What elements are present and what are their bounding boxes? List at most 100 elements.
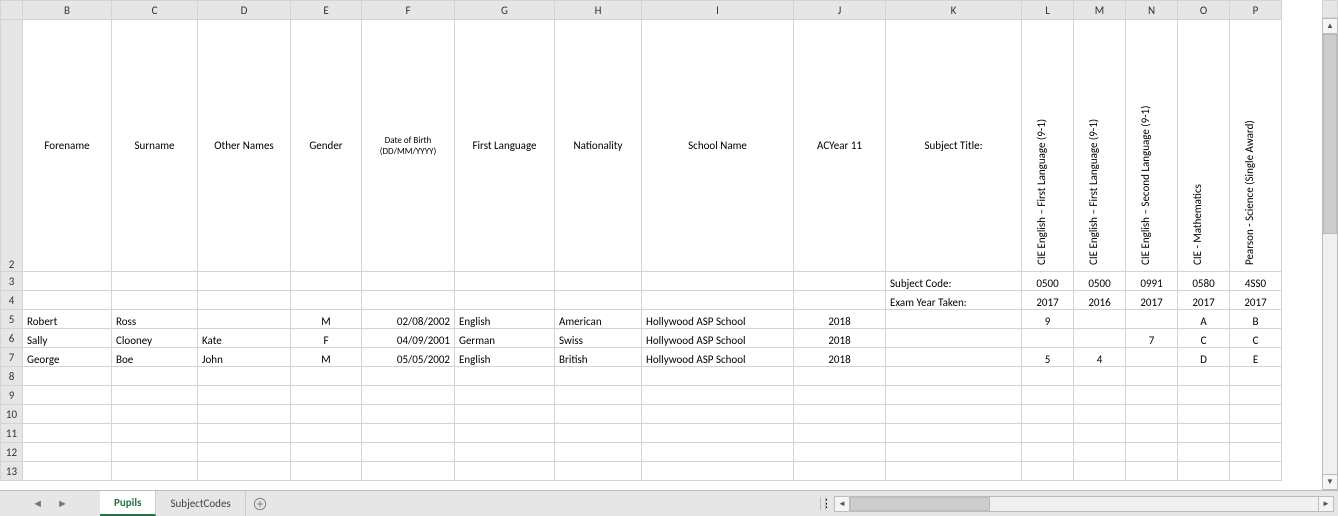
cell[interactable]: C: [1178, 329, 1230, 348]
row-header[interactable]: 4: [1, 291, 23, 310]
cell[interactable]: [1126, 386, 1178, 405]
cell[interactable]: [291, 367, 362, 386]
cell[interactable]: [112, 405, 198, 424]
tab-nav-buttons[interactable]: ◄ ►: [0, 491, 100, 516]
vertical-scrollbar[interactable]: ▲ ▼: [1322, 18, 1338, 490]
cell[interactable]: [642, 291, 794, 310]
cell[interactable]: [794, 424, 886, 443]
cell[interactable]: [198, 386, 291, 405]
cell[interactable]: [1074, 310, 1126, 329]
cell[interactable]: [1074, 386, 1126, 405]
row-header[interactable]: 2: [1, 20, 23, 272]
header-acyear11[interactable]: ACYear 11: [794, 20, 886, 272]
subject-code-label[interactable]: Subject Code:: [886, 272, 1022, 291]
header-nationality[interactable]: Nationality: [555, 20, 642, 272]
cell[interactable]: [1022, 424, 1074, 443]
subject-col-L[interactable]: CIE English – First Language (9-1): [1022, 20, 1074, 272]
col-header[interactable]: G: [455, 1, 555, 20]
cell[interactable]: Hollywood ASP School: [642, 310, 794, 329]
cell[interactable]: M: [291, 348, 362, 367]
cell[interactable]: [455, 367, 555, 386]
cell[interactable]: [362, 443, 455, 462]
cell[interactable]: [794, 272, 886, 291]
cell[interactable]: [112, 367, 198, 386]
cell[interactable]: [455, 405, 555, 424]
code-M[interactable]: 0500: [1074, 272, 1126, 291]
col-header[interactable]: P: [1230, 1, 1282, 20]
cell[interactable]: [794, 367, 886, 386]
cell[interactable]: [1178, 405, 1230, 424]
cell[interactable]: [23, 462, 112, 481]
cell[interactable]: British: [555, 348, 642, 367]
cell[interactable]: [1230, 405, 1282, 424]
cell[interactable]: English: [455, 348, 555, 367]
row-header[interactable]: 9: [1, 386, 23, 405]
row-header[interactable]: 5: [1, 310, 23, 329]
cell[interactable]: [1230, 386, 1282, 405]
scroll-left-button[interactable]: ◄: [834, 496, 850, 512]
cell[interactable]: [1230, 443, 1282, 462]
row-header[interactable]: 12: [1, 443, 23, 462]
cell[interactable]: [362, 424, 455, 443]
cell[interactable]: [112, 443, 198, 462]
row-header[interactable]: 13: [1, 462, 23, 481]
cell[interactable]: [198, 424, 291, 443]
cell[interactable]: 7: [1126, 329, 1178, 348]
subject-col-P[interactable]: Pearson - Science (Single Award): [1230, 20, 1282, 272]
cell[interactable]: [362, 272, 455, 291]
scroll-up-button[interactable]: ▲: [1322, 18, 1338, 34]
subject-title-label[interactable]: Subject Title:: [886, 20, 1022, 272]
header-surname[interactable]: Surname: [112, 20, 198, 272]
header-dob[interactable]: Date of Birth (DD/MM/YYYY): [362, 20, 455, 272]
cell[interactable]: [112, 272, 198, 291]
cell[interactable]: John: [198, 348, 291, 367]
cell[interactable]: [1074, 424, 1126, 443]
cell[interactable]: 2018: [794, 329, 886, 348]
cell[interactable]: [198, 272, 291, 291]
cell[interactable]: [455, 443, 555, 462]
cell[interactable]: E: [1230, 348, 1282, 367]
row-header[interactable]: 7: [1, 348, 23, 367]
cell[interactable]: [1178, 367, 1230, 386]
cell[interactable]: [1126, 310, 1178, 329]
col-header[interactable]: K: [886, 1, 1022, 20]
cell[interactable]: F: [291, 329, 362, 348]
cell[interactable]: [794, 405, 886, 424]
cell[interactable]: D: [1178, 348, 1230, 367]
cell[interactable]: [1126, 405, 1178, 424]
cell[interactable]: [291, 405, 362, 424]
tab-nav-next-icon[interactable]: ►: [57, 497, 68, 510]
cell[interactable]: [198, 443, 291, 462]
cell[interactable]: [112, 424, 198, 443]
cell[interactable]: Kate: [198, 329, 291, 348]
cell[interactable]: Sally: [23, 329, 112, 348]
cell[interactable]: [1230, 424, 1282, 443]
code-P[interactable]: 4SS0: [1230, 272, 1282, 291]
row-header[interactable]: 10: [1, 405, 23, 424]
cell[interactable]: [23, 443, 112, 462]
code-O[interactable]: 0580: [1178, 272, 1230, 291]
cell[interactable]: [1230, 367, 1282, 386]
sheet-tab-pupils[interactable]: Pupils: [100, 491, 156, 516]
col-header[interactable]: H: [555, 1, 642, 20]
row-header[interactable]: 11: [1, 424, 23, 443]
row-header[interactable]: 6: [1, 329, 23, 348]
cell[interactable]: [794, 291, 886, 310]
tab-scroll-splitter[interactable]: ⋮: [820, 497, 826, 510]
cell[interactable]: [198, 367, 291, 386]
subject-col-O[interactable]: CIE - Mathematics: [1178, 20, 1230, 272]
subject-col-N[interactable]: CIE English – Second Language (9-1): [1126, 20, 1178, 272]
new-sheet-button[interactable]: [246, 491, 274, 516]
header-forename[interactable]: Forename: [23, 20, 112, 272]
cell[interactable]: [291, 443, 362, 462]
cell[interactable]: [198, 291, 291, 310]
col-header[interactable]: J: [794, 1, 886, 20]
cell[interactable]: [886, 348, 1022, 367]
cell[interactable]: [23, 386, 112, 405]
cell[interactable]: [1126, 462, 1178, 481]
cell[interactable]: [642, 405, 794, 424]
header-first-language[interactable]: First Language: [455, 20, 555, 272]
year-P[interactable]: 2017: [1230, 291, 1282, 310]
cell[interactable]: [642, 386, 794, 405]
cell[interactable]: [455, 386, 555, 405]
